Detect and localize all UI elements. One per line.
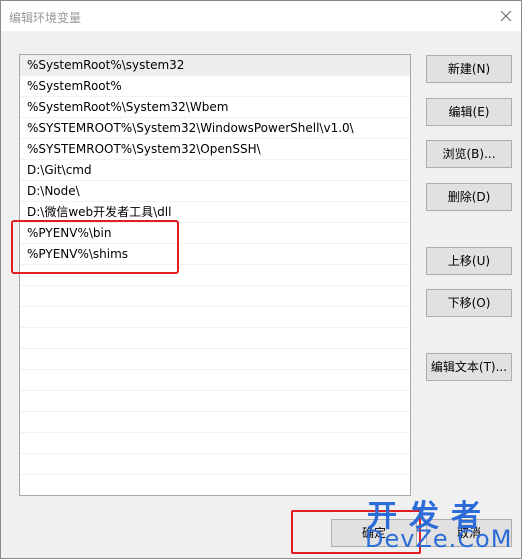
move-up-button[interactable]: 上移(U) <box>426 247 512 275</box>
cancel-button[interactable]: 取消 <box>426 519 512 547</box>
browse-button[interactable]: 浏览(B)... <box>426 140 512 168</box>
empty-list-row[interactable] <box>20 265 410 286</box>
empty-list-row[interactable] <box>20 349 410 370</box>
delete-button[interactable]: 删除(D) <box>426 183 512 211</box>
edit-button[interactable]: 编辑(E) <box>426 98 512 126</box>
empty-list-row[interactable] <box>20 412 410 433</box>
empty-list-row[interactable] <box>20 307 410 328</box>
list-item[interactable]: D:\微信web开发者工具\dll <box>20 202 410 223</box>
list-item[interactable]: D:\Node\ <box>20 181 410 202</box>
empty-list-row[interactable] <box>20 475 410 495</box>
title-bar: 编辑环境变量 <box>1 1 521 31</box>
empty-list-row[interactable] <box>20 454 410 475</box>
list-item[interactable]: %SystemRoot% <box>20 76 410 97</box>
list-item[interactable]: %SYSTEMROOT%\System32\WindowsPowerShell\… <box>20 118 410 139</box>
new-button[interactable]: 新建(N) <box>426 55 512 83</box>
list-item[interactable]: D:\Git\cmd <box>20 160 410 181</box>
empty-list-row[interactable] <box>20 328 410 349</box>
ok-button[interactable]: 确定 <box>331 519 417 547</box>
empty-list-row[interactable] <box>20 391 410 412</box>
empty-list-row[interactable] <box>20 286 410 307</box>
list-item[interactable]: %SystemRoot%\System32\Wbem <box>20 97 410 118</box>
path-list[interactable]: %SystemRoot%\system32 %SystemRoot% %Syst… <box>19 54 411 496</box>
list-item[interactable]: %SystemRoot%\system32 <box>20 55 410 76</box>
close-icon[interactable] <box>497 7 515 25</box>
empty-list-row[interactable] <box>20 433 410 454</box>
list-item[interactable]: %PYENV%\bin <box>20 223 410 244</box>
edit-text-button[interactable]: 编辑文本(T)... <box>426 353 512 381</box>
list-item[interactable]: %SYSTEMROOT%\System32\OpenSSH\ <box>20 139 410 160</box>
move-down-button[interactable]: 下移(O) <box>426 289 512 317</box>
window-title: 编辑环境变量 <box>9 11 82 25</box>
edit-env-var-dialog: 编辑环境变量 %SystemRoot%\system32 %SystemRoot… <box>0 0 522 559</box>
empty-list-row[interactable] <box>20 370 410 391</box>
list-item[interactable]: %PYENV%\shims <box>20 244 410 265</box>
